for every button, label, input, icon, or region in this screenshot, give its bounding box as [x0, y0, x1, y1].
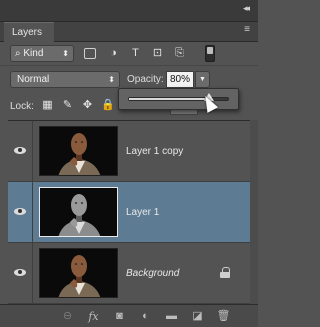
add-mask-icon[interactable]: ◙: [112, 309, 127, 324]
layers-bottom-toolbar: ⊖ fx ◙ ◐ ▬ ◪ 🗑: [0, 304, 258, 327]
column-divider: [32, 121, 33, 182]
layer-name[interactable]: Layer 1 copy: [126, 146, 183, 157]
lock-image-pixels-icon[interactable]: ✎: [61, 99, 74, 112]
new-group-icon[interactable]: ▬: [164, 309, 179, 324]
filter-toggle-icon[interactable]: [205, 45, 215, 62]
opacity-label: Opacity:: [127, 74, 164, 85]
opacity-input[interactable]: 80%: [166, 71, 194, 88]
lock-position-icon[interactable]: ✥: [81, 99, 94, 112]
filter-kind-select[interactable]: ⌕ Kind ⬍: [10, 45, 74, 62]
layer-list-scrollbar[interactable]: [250, 120, 258, 304]
layer-lock-icon: [220, 267, 230, 278]
filter-kind-label: Kind: [23, 48, 44, 59]
layer-thumbnail[interactable]: [39, 187, 118, 237]
image-filter-icon[interactable]: [84, 48, 96, 59]
tab-layers[interactable]: Layers: [4, 22, 54, 42]
layer-filter-row: ⌕ Kind ⬍ ◑ T ⊡ ⎘: [0, 42, 258, 66]
column-divider: [32, 182, 33, 243]
visibility-eye-icon[interactable]: [14, 145, 26, 155]
column-divider: [32, 243, 33, 304]
lock-transparent-pixels-icon[interactable]: ▦: [41, 99, 54, 112]
link-layers-icon[interactable]: ⊖: [60, 309, 75, 324]
search-icon: ⌕: [15, 48, 21, 59]
delete-layer-icon[interactable]: 🗑: [216, 309, 231, 324]
opacity-slider-fill: [129, 98, 210, 100]
lock-all-icon[interactable]: 🔒: [101, 99, 115, 112]
select-arrows-icon: ⬍: [108, 75, 115, 84]
layer-name[interactable]: Background: [126, 268, 179, 279]
smart-object-filter-icon[interactable]: ⎘: [172, 46, 187, 61]
opacity-dropdown-button[interactable]: ▼: [195, 71, 210, 88]
collapse-panel-icon[interactable]: ◂◂: [243, 3, 250, 14]
adjustment-layer-icon[interactable]: ◐: [138, 309, 153, 324]
shape-filter-icon[interactable]: ⊡: [150, 46, 165, 61]
layer-list: Layer 1 copy Layer 1 Background: [8, 120, 250, 304]
panel-tab-bar: Layers ≡: [0, 22, 258, 42]
layer-row[interactable]: Layer 1: [8, 182, 250, 243]
blend-mode-select[interactable]: Normal ⬍: [10, 71, 120, 88]
new-layer-icon[interactable]: ◪: [190, 309, 205, 324]
visibility-eye-icon[interactable]: [14, 206, 26, 216]
layer-row[interactable]: Layer 1 copy: [8, 121, 250, 182]
layer-thumbnail[interactable]: [39, 126, 118, 176]
layer-row[interactable]: Background: [8, 243, 250, 304]
blend-mode-value: Normal: [17, 74, 50, 85]
lock-label: Lock:: [10, 101, 34, 112]
opacity-slider-popup: [118, 88, 239, 110]
select-arrows-icon: ⬍: [62, 49, 69, 58]
visibility-eye-icon[interactable]: [14, 267, 26, 277]
layer-name[interactable]: Layer 1: [126, 207, 159, 218]
type-filter-icon[interactable]: T: [128, 46, 143, 61]
layer-style-icon[interactable]: fx: [86, 309, 101, 324]
panel-title-bar: ◂◂: [0, 0, 258, 22]
panel-menu-icon[interactable]: ≡: [244, 24, 250, 35]
layer-thumbnail[interactable]: [39, 248, 118, 298]
adjustment-filter-icon[interactable]: ◑: [106, 46, 121, 61]
